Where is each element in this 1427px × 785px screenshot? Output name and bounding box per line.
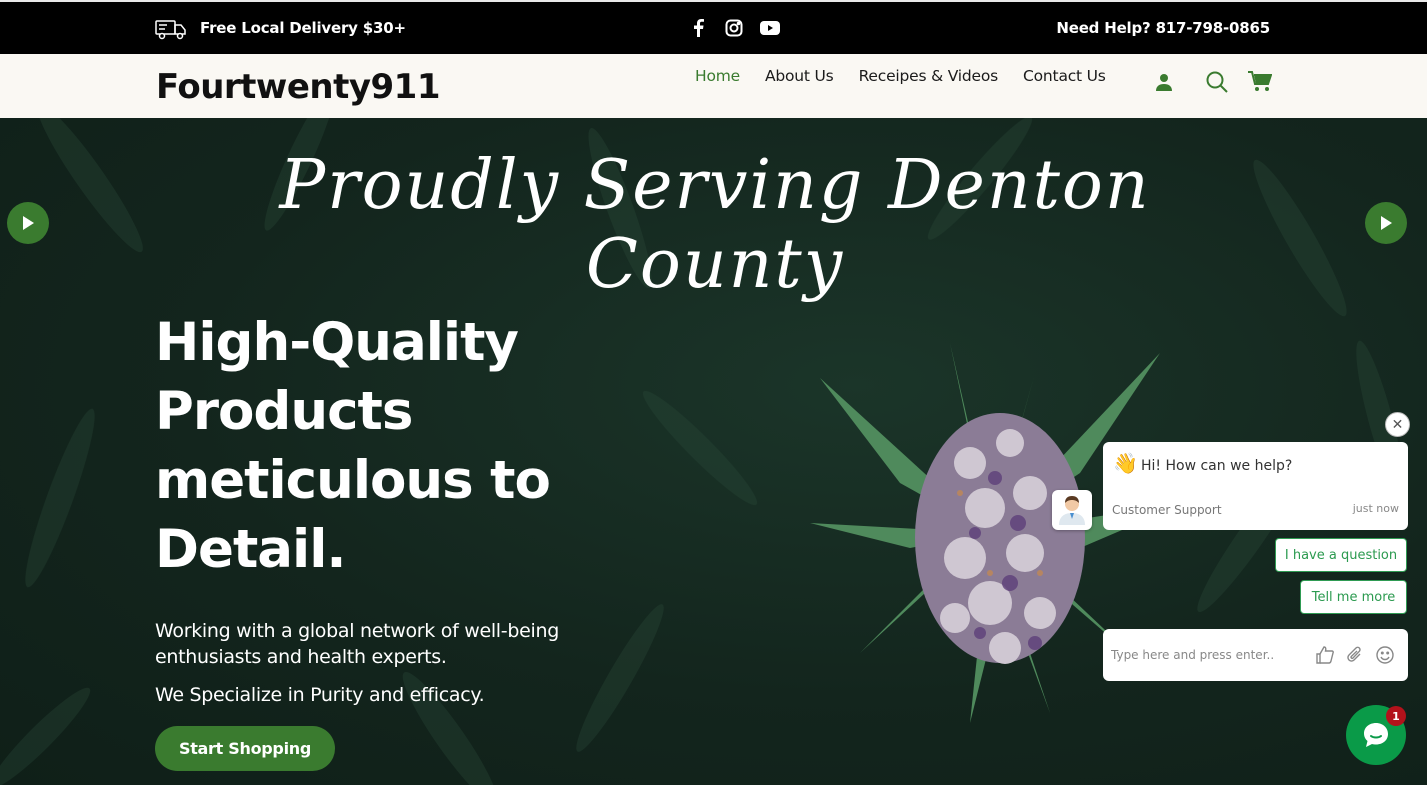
hero-headline: High-Quality Products meticulous to Deta…	[155, 312, 551, 580]
chat-timestamp: just now	[1352, 502, 1399, 515]
chat-bubble-icon	[1364, 723, 1388, 747]
user-icon[interactable]	[1150, 69, 1178, 95]
cart-icon[interactable]	[1246, 69, 1274, 95]
youtube-icon[interactable]	[760, 18, 780, 38]
main-nav: Home About Us Receipes & Videos Contact …	[695, 67, 1106, 85]
delivery-promo-text: Free Local Delivery $30+	[200, 19, 406, 37]
delivery-truck-icon	[155, 20, 186, 40]
search-icon[interactable]	[1203, 69, 1231, 95]
social-links	[688, 18, 780, 38]
top-bar: Free Local Delivery $30+ Need Help? 817-…	[0, 0, 1427, 54]
chat-greeting-text: Hi! How can we help?	[1141, 458, 1293, 474]
play-icon	[23, 216, 34, 230]
nav-item-about-us[interactable]: About Us	[765, 67, 834, 85]
instagram-icon[interactable]	[724, 18, 744, 38]
support-agent-avatar	[1052, 490, 1092, 530]
hero-description: Working with a global network of well-be…	[155, 620, 559, 668]
nav-item-contact-us[interactable]: Contact Us	[1023, 67, 1106, 85]
start-shopping-button[interactable]: Start Shopping	[155, 726, 335, 771]
thumbs-up-icon[interactable]	[1315, 645, 1335, 665]
chat-message-input[interactable]	[1111, 643, 1301, 667]
facebook-icon[interactable]	[688, 18, 708, 38]
nav-item-receipes-videos[interactable]: Receipes & Videos	[859, 67, 999, 85]
slider-prev-button[interactable]	[7, 202, 49, 244]
main-navbar: Fourtwenty911 Home About Us Receipes & V…	[0, 54, 1427, 118]
chat-input-box	[1103, 629, 1408, 681]
help-phone[interactable]: Need Help? 817-798-0865	[1056, 19, 1270, 37]
play-icon	[1381, 216, 1392, 230]
slider-next-button[interactable]	[1365, 202, 1407, 244]
nav-icons	[1150, 69, 1274, 95]
hero-specialty: We Specialize in Purity and efficacy.	[155, 684, 485, 706]
hero-script-title: Proudly Serving Denton County	[279, 146, 1151, 304]
waving-hand-icon: 👋	[1113, 451, 1138, 475]
chat-unread-badge: 1	[1386, 706, 1406, 726]
quick-reply-tell-more[interactable]: Tell me more	[1300, 580, 1407, 614]
site-logo[interactable]: Fourtwenty911	[156, 67, 441, 107]
nav-item-home[interactable]: Home	[695, 67, 740, 85]
emoji-icon[interactable]	[1375, 645, 1395, 665]
chat-greeting-bubble: 👋 Hi! How can we help? Customer Support …	[1103, 442, 1408, 530]
chat-agent-name: Customer Support	[1112, 503, 1222, 517]
attachment-icon[interactable]	[1345, 645, 1365, 665]
chat-close-button[interactable]: ✕	[1385, 412, 1410, 437]
quick-reply-question[interactable]: I have a question	[1275, 538, 1407, 572]
